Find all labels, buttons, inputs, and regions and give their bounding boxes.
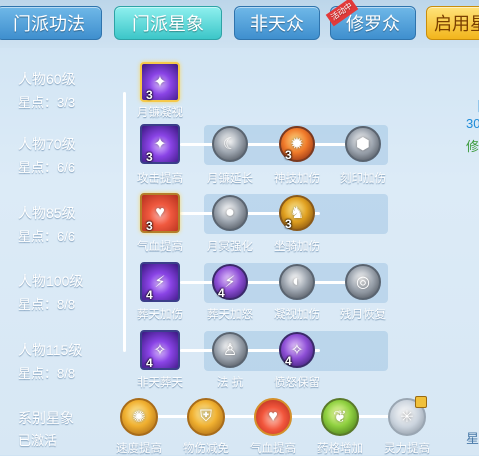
skill-attack-up[interactable]: ✦ 3 — [140, 124, 180, 164]
series-potion-slots[interactable]: ❦ — [321, 398, 359, 436]
side-panel-label: 修 — [466, 139, 479, 154]
tab-enable-star[interactable]: 启用星 — [426, 6, 479, 40]
skill-label: 葬天加怒 — [207, 309, 253, 321]
skill-count: 4 — [218, 286, 225, 300]
series-label: 药格增加 — [317, 443, 363, 455]
orb-icon: ● — [225, 204, 235, 221]
skill-count: 3 — [285, 148, 292, 162]
level-70-title: 人物70级 — [18, 136, 76, 152]
series-label: 物伤减免 — [183, 443, 229, 455]
skill-count: 3 — [146, 219, 153, 233]
skill-label: 月镰凝视 — [137, 107, 183, 119]
skill-label: 凝视加伤 — [274, 309, 320, 321]
skill-gaze-damage[interactable]: ◐ — [279, 264, 315, 300]
series-speed-up[interactable]: ✺ — [120, 398, 158, 436]
skill-moon-sickle-extend[interactable]: ☾ — [212, 126, 248, 162]
series-spirit-up[interactable]: ✳ — [388, 396, 427, 436]
skill-count: 3 — [146, 88, 153, 102]
skill-hp-up[interactable]: ♥ 3 — [140, 193, 180, 233]
series-title: 系别星象 — [18, 410, 74, 426]
skill-label: 非天葬天 — [137, 377, 183, 389]
level-85-title: 人物85级 — [18, 205, 76, 221]
skill-label: 法 抗 — [216, 377, 244, 389]
level-85-points: 星点：6/6 — [18, 229, 76, 244]
skill-divine-damage[interactable]: ✹ 3 — [279, 126, 315, 162]
skill-label: 神技加伤 — [274, 173, 320, 185]
tab-feitian[interactable]: 非天众 — [234, 6, 320, 40]
sickle-icon: ☾ — [222, 136, 238, 153]
lock-icon — [415, 396, 427, 408]
series-label: 气血提高 — [250, 443, 296, 455]
skill-label: 葬天加伤 — [137, 309, 183, 321]
skill-count: 4 — [146, 288, 153, 302]
skill-count: 3 — [146, 150, 153, 164]
swirl-icon: ◐ — [292, 273, 302, 290]
skill-magic-resist[interactable]: ♙ — [212, 332, 248, 368]
seal-icon: ⬢ — [356, 136, 370, 153]
skill-mount-damage[interactable]: ♞ 3 — [279, 195, 315, 231]
tab-school-skills[interactable]: 门派功法 — [0, 6, 102, 40]
level-60-title: 人物60级 — [18, 71, 76, 87]
swirl-icon: ✺ — [132, 409, 146, 426]
tab-xiuluo-label: 修罗众 — [346, 14, 400, 34]
leaf-icon: ❦ — [333, 409, 347, 426]
level-100-title: 人物100级 — [18, 273, 84, 289]
series-label: 灵力提高 — [384, 443, 430, 455]
skill-label: 刻印加伤 — [340, 173, 386, 185]
skill-rage-retain[interactable]: ✧ 4 — [279, 332, 315, 368]
tab-xiuluo[interactable]: 活动中 修罗众 — [325, 0, 416, 40]
skill-label: 坐骑加伤 — [274, 241, 320, 253]
skill-label: 月镰延长 — [207, 173, 253, 185]
level-115-points: 星点：8/8 — [18, 366, 76, 381]
skill-waning-moon-recover[interactable]: ◎ — [345, 264, 381, 300]
skill-moon-dark-enhance[interactable]: ● — [212, 195, 248, 231]
heart-icon: ♥ — [268, 408, 278, 425]
skill-burial-damage[interactable]: ⚡ 4 — [140, 262, 180, 302]
series-label: 速度提高 — [116, 443, 162, 455]
skill-count: 4 — [146, 356, 153, 370]
side-panel-footer: 星 — [466, 431, 479, 446]
skill-label: 月冥强化 — [207, 241, 253, 253]
side-panel-bracket: 【 — [470, 96, 479, 115]
skill-feitian-burial[interactable]: ✧ 4 — [140, 330, 180, 370]
skill-moon-sickle-gaze[interactable]: ✦ 3 — [140, 62, 180, 102]
series-phys-reduce[interactable]: ⛨ — [187, 398, 225, 436]
series-status: 已激活 — [18, 433, 58, 448]
skill-label: 愤怒保留 — [274, 377, 320, 389]
skill-burial-rage[interactable]: ⚡ 4 — [212, 264, 248, 300]
skill-label: 残月恢复 — [340, 309, 386, 321]
shield-icon: ⛨ — [199, 408, 212, 425]
level-115-title: 人物115级 — [18, 342, 83, 358]
side-panel-value: 30 — [466, 116, 479, 131]
skill-label: 攻击提高 — [137, 173, 183, 185]
level-100-points: 星点：8/8 — [18, 297, 76, 312]
skill-count: 4 — [285, 354, 292, 368]
level-70-points: 星点：6/6 — [18, 160, 76, 175]
skill-mark-damage[interactable]: ⬢ — [345, 126, 381, 162]
figure-icon: ♙ — [222, 342, 238, 359]
skill-label: 气血提高 — [137, 241, 183, 253]
level-60-points: 星点：3/3 — [18, 95, 76, 110]
target-icon: ◎ — [356, 274, 370, 291]
tab-school-stars[interactable]: 门派星象 — [114, 6, 222, 40]
series-hp-up[interactable]: ♥ — [254, 398, 292, 436]
skill-count: 3 — [285, 217, 292, 231]
